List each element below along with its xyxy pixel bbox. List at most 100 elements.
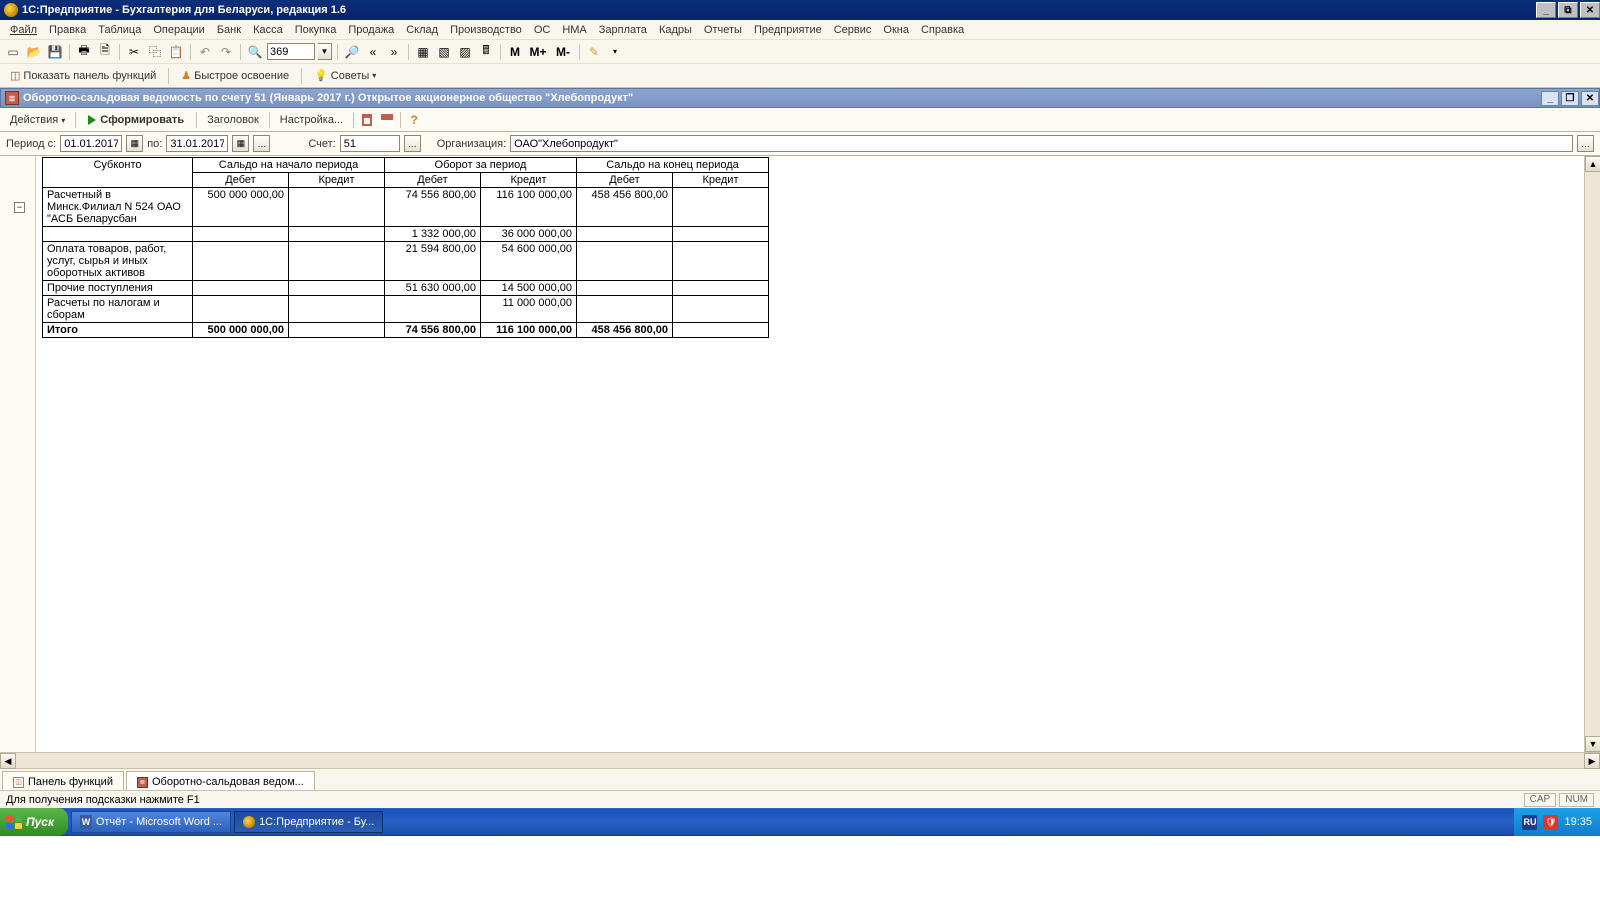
print-icon[interactable]: 🖶 [75,43,93,61]
minimize-button[interactable]: _ [1536,2,1556,18]
copy-icon[interactable]: ⿻ [146,43,164,61]
clock[interactable]: 19:35 [1564,816,1592,828]
report-action-toolbar: Действия ▾ Сформировать Заголовок Настро… [0,108,1600,132]
bars-icon[interactable] [378,111,396,129]
marker-dropdown[interactable]: ▾ [606,43,624,61]
paste-icon[interactable]: 📋 [167,43,185,61]
status-hint: Для получения подсказки нажмите F1 [6,794,200,806]
menu-table[interactable]: Таблица [92,22,147,38]
menu-salary[interactable]: Зарплата [593,22,653,38]
memory-m[interactable]: M [506,43,524,61]
period-from-input[interactable] [60,135,122,152]
tips[interactable]: 💡 Советы ▾ [308,67,382,84]
open-icon[interactable]: 📂 [25,43,43,61]
redo-icon[interactable]: ↷ [217,43,235,61]
scroll-up-icon[interactable]: ▲ [1585,156,1600,172]
report-icon: ≣ [5,91,19,105]
period-to-input[interactable] [166,135,228,152]
settings-button[interactable]: Настройка... [274,112,349,128]
account-input[interactable] [340,135,400,152]
date-from-picker[interactable]: ▦ [126,135,143,152]
menu-file[interactable]: Файл [4,22,43,38]
doc-close-button[interactable]: ✕ [1581,91,1599,106]
period-select-button[interactable]: … [253,135,270,152]
app-titlebar: 1С:Предприятие - Бухгалтерия для Беларус… [0,0,1600,20]
start-button[interactable]: Пуск [0,808,68,836]
zoom-icon[interactable]: 🔍 [246,43,264,61]
header-button[interactable]: Заголовок [201,112,265,128]
help-icon[interactable]: ? [405,111,423,129]
menu-purchase[interactable]: Покупка [289,22,343,38]
close-button[interactable]: ✕ [1580,2,1600,18]
parameters-bar: Период с: ▦ по: ▦ … Счет: … Организация:… [0,132,1600,156]
new-icon[interactable]: ▭ [4,43,22,61]
menu-windows[interactable]: Окна [877,22,915,38]
app-icon [4,3,18,17]
organization-select-button[interactable]: … [1577,135,1594,152]
preview-icon[interactable]: 🗎 [96,43,114,61]
doc-minimize-button[interactable]: _ [1541,91,1559,106]
show-functions-panel[interactable]: ◫ Показать панель функций [4,67,162,84]
tab-report[interactable]: ≣ Оборотно-сальдовая ведом... [126,771,315,790]
menu-reports[interactable]: Отчеты [698,22,748,38]
toggle1-icon[interactable]: ▧ [435,43,453,61]
report-area[interactable]: Субконто Сальдо на начало периода Оборот… [36,156,1584,752]
task-word[interactable]: W Отчёт - Microsoft Word ... [71,811,231,833]
1c-icon [243,816,255,828]
table-row: Расчеты по налогам и сборам 11 000 000,0… [43,296,769,323]
zoom-input[interactable] [267,43,315,60]
organization-input[interactable] [510,135,1573,152]
grid-icon[interactable]: ▦ [414,43,432,61]
memory-mplus[interactable]: M+ [527,43,549,61]
task-1c[interactable]: 1С:Предприятие - Бу... [234,811,383,833]
menu-production[interactable]: Производство [444,22,528,38]
period-to-label: по: [147,138,162,150]
zoom-dropdown[interactable]: ▼ [318,43,332,60]
generate-label: Сформировать [100,114,184,126]
undo-icon[interactable]: ↶ [196,43,214,61]
tab-icon: ◫ [13,777,24,788]
find-icon[interactable]: 🔎 [343,43,361,61]
main-toolbar: ▭ 📂 💾 🖶 🗎 ✂ ⿻ 📋 ↶ ↷ 🔍 ▼ 🔎 « » ▦ ▧ ▨ 🖩 M … [0,40,1600,64]
menu-bank[interactable]: Банк [211,22,247,38]
actions-menu[interactable]: Действия ▾ [4,112,71,128]
vertical-scrollbar[interactable]: ▲ ▼ [1584,156,1600,752]
menu-service[interactable]: Сервис [828,22,878,38]
menu-operations[interactable]: Операции [147,22,210,38]
cut-icon[interactable]: ✂ [125,43,143,61]
scroll-right-icon[interactable]: ▶ [1584,753,1600,769]
find-prev-icon[interactable]: « [364,43,382,61]
horizontal-scrollbar[interactable]: ◀ ▶ [0,752,1600,768]
memory-mminus[interactable]: M- [552,43,574,61]
calc-icon[interactable]: 🖩 [477,43,495,61]
tab-functions-panel[interactable]: ◫ Панель функций [2,771,124,790]
save-icon[interactable]: 💾 [46,43,64,61]
menu-edit[interactable]: Правка [43,22,92,38]
menu-help[interactable]: Справка [915,22,970,38]
shield-icon[interactable]: 🛡 [1543,815,1558,830]
scroll-left-icon[interactable]: ◀ [0,753,16,769]
language-indicator[interactable]: RU [1522,815,1537,830]
collapse-toggle[interactable]: − [14,202,25,213]
columns-icon[interactable] [358,111,376,129]
generate-button[interactable]: Сформировать [80,112,192,128]
doc-restore-button[interactable]: ❐ [1561,91,1579,106]
restore-button[interactable]: ⧉ [1558,2,1578,18]
marker-icon[interactable]: ✎ [585,43,603,61]
table-row: Оплата товаров, работ, услуг, сырья и ин… [43,242,769,281]
document-title: Оборотно-сальдовая ведомость по счету 51… [23,92,633,104]
quick-start[interactable]: ♟ Быстрое освоение [175,67,295,84]
menu-cash[interactable]: Касса [247,22,289,38]
tab-icon: ≣ [137,777,148,788]
account-select-button[interactable]: … [404,135,421,152]
toggle2-icon[interactable]: ▨ [456,43,474,61]
find-next-icon[interactable]: » [385,43,403,61]
menu-intangibles[interactable]: НМА [556,22,592,38]
menu-enterprise[interactable]: Предприятие [748,22,828,38]
date-to-picker[interactable]: ▦ [232,135,249,152]
menu-hr[interactable]: Кадры [653,22,698,38]
menu-sale[interactable]: Продажа [342,22,400,38]
menu-fixed-assets[interactable]: ОС [528,22,557,38]
scroll-down-icon[interactable]: ▼ [1585,736,1600,752]
menu-warehouse[interactable]: Склад [400,22,444,38]
